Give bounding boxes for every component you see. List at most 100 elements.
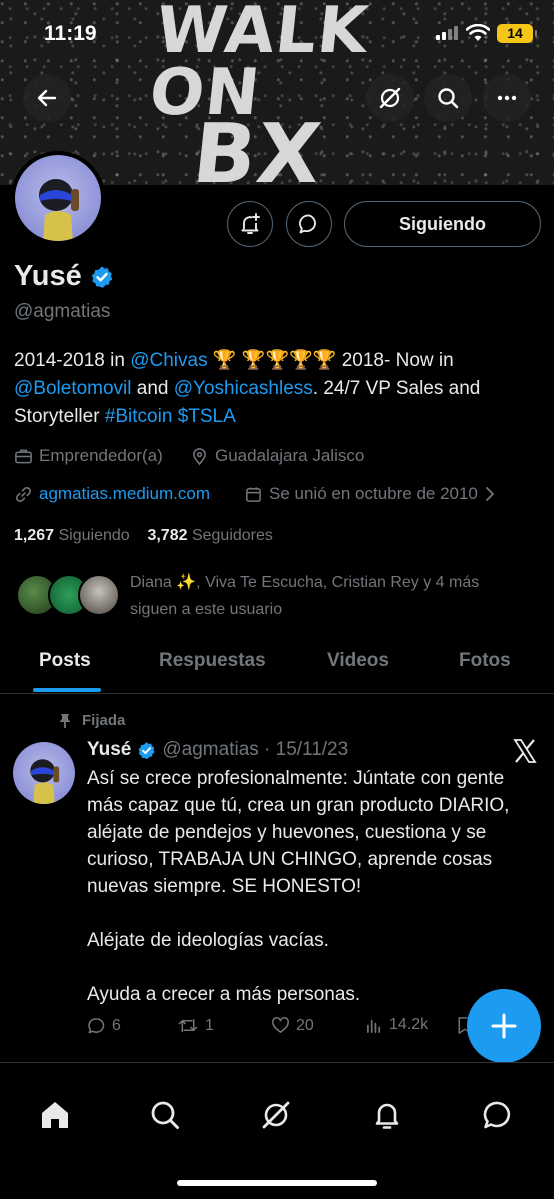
reply-button[interactable]: 6 (87, 1016, 121, 1035)
repost-button[interactable]: 1 (177, 1016, 214, 1035)
follow-counts: 1,267 Siguiendo 3,782 Seguidores (14, 527, 273, 545)
tab-replies[interactable]: Respuestas (159, 650, 266, 672)
followed-by-line1: Diana ✨, Viva Te Escucha, Cristian Rey y… (130, 574, 480, 591)
bell-plus-icon (241, 213, 260, 234)
message-bubble-icon (483, 1101, 511, 1129)
tweet-actions: 6 1 20 14.2k (87, 1016, 477, 1040)
profile-handle: @agmatias (14, 301, 111, 322)
status-time: 11:19 (44, 22, 97, 45)
more-horizontal-icon (497, 95, 517, 101)
tab-videos[interactable]: Videos (327, 650, 389, 672)
compose-post-button[interactable] (467, 989, 541, 1063)
following-button[interactable]: Siguiendo (344, 201, 541, 247)
followed-by-line2: siguen a este usuario (130, 601, 283, 618)
x-logo-icon[interactable] (512, 738, 538, 764)
reply-icon (88, 1018, 105, 1034)
followed-by-text[interactable]: Diana ✨, Viva Te Escucha, Cristian Rey y… (130, 569, 540, 623)
tweet-paragraph: Aléjate de ideologías vacías. (87, 930, 329, 951)
verified-badge-icon[interactable] (90, 265, 114, 289)
tweet-handle-date: @agmatias · 15/11/23 (162, 739, 349, 760)
pin-icon (59, 713, 71, 728)
verified-badge-icon (138, 741, 156, 759)
active-tab-indicator (33, 688, 101, 692)
occupation-text: Emprendedor(a) (39, 446, 163, 465)
mention-boletomovil-link[interactable]: @Boletomovil (14, 378, 132, 399)
following-label: Siguiendo (58, 527, 130, 544)
mention-chivas-link[interactable]: @Chivas (130, 350, 207, 371)
home-indicator (177, 1180, 377, 1186)
profile-tabs: Posts Respuestas Videos Fotos (0, 640, 554, 694)
location-item: Guadalajara Jalisco (190, 446, 364, 466)
search-button[interactable] (424, 74, 472, 122)
status-bar: 11:19 14 (0, 0, 554, 62)
website-item[interactable]: agmatias.medium.com (14, 484, 210, 504)
repost-count: 1 (205, 1016, 214, 1034)
joined-text: Se unió en octubre de 2010 (269, 484, 478, 503)
pinned-text: Fijada (82, 712, 126, 729)
profile-name: Yusé (14, 260, 82, 292)
chevron-right-icon (485, 487, 495, 501)
heart-icon (272, 1017, 289, 1033)
tweet-author-avatar[interactable] (13, 742, 75, 804)
briefcase-icon (15, 449, 32, 463)
notifications-subscribe-button[interactable] (227, 201, 273, 247)
plus-icon (491, 1013, 517, 1039)
search-icon (151, 1101, 179, 1129)
grok-icon (379, 87, 401, 109)
bell-icon (375, 1103, 399, 1129)
nav-notifications[interactable] (367, 1095, 407, 1135)
profile-avatar[interactable] (11, 151, 105, 245)
avatar-figure (39, 179, 79, 241)
search-icon (438, 88, 459, 109)
profile-bio: 2014-2018 in @Chivas 🏆 🏆🏆🏆🏆 2018- Now in… (14, 347, 544, 431)
website-link[interactable]: agmatias.medium.com (39, 484, 210, 504)
location-pin-icon (193, 447, 206, 465)
pinned-label: Fijada (58, 712, 125, 729)
message-bubble-icon (299, 214, 316, 234)
tweet-author-name[interactable]: Yusé (87, 739, 131, 761)
battery-indicator: 14 (497, 24, 537, 43)
tweet-paragraph: Así se crece profesionalmente: Júntate c… (87, 768, 510, 897)
joined-date-item[interactable]: Se unió en octubre de 2010 (244, 484, 496, 504)
tweet-header: Yusé @agmatias · 15/11/23 (87, 739, 348, 761)
like-button[interactable]: 20 (271, 1016, 314, 1035)
grok-button[interactable] (366, 74, 414, 122)
nav-home[interactable] (35, 1095, 75, 1135)
following-count: 1,267 (14, 527, 55, 544)
followers-count-link[interactable]: 3,782 Seguidores (147, 527, 272, 544)
tweet-text[interactable]: Así se crece profesionalmente: Júntate c… (87, 765, 542, 1035)
nav-grok[interactable] (256, 1095, 296, 1135)
calendar-icon (246, 486, 261, 502)
back-arrow-icon (37, 89, 57, 107)
bio-text: 2014-2018 in (14, 350, 131, 371)
repost-icon (178, 1019, 198, 1032)
wifi-icon (466, 24, 490, 41)
followers-count: 3,782 (147, 527, 188, 544)
cellular-signal-icon (436, 26, 458, 40)
trophy-emojis: 🏆 🏆🏆🏆🏆 (207, 350, 342, 371)
mutual-followers-avatars[interactable] (16, 574, 120, 618)
cashtag-tsla-link[interactable]: $TSLA (178, 406, 236, 427)
tab-posts[interactable]: Posts (39, 650, 91, 672)
following-count-link[interactable]: 1,267 Siguiendo (14, 527, 130, 544)
mention-yoshicashless-link[interactable]: @Yoshicashless (174, 378, 313, 399)
analytics-icon (367, 1019, 381, 1033)
nav-messages[interactable] (478, 1095, 518, 1135)
tab-photos[interactable]: Fotos (459, 650, 511, 672)
view-count: 14.2k (389, 1016, 429, 1033)
more-options-button[interactable] (483, 74, 531, 122)
mutual-avatar-3 (78, 574, 120, 616)
back-button[interactable] (23, 74, 71, 122)
hashtag-bitcoin-link[interactable]: #Bitcoin (105, 406, 173, 427)
bio-text: and (131, 378, 174, 399)
views-button[interactable]: 14.2k (366, 1016, 428, 1034)
occupation-item: Emprendedor(a) (14, 446, 163, 466)
nav-search[interactable] (145, 1095, 185, 1135)
message-button[interactable] (286, 201, 332, 247)
profile-name-row: Yusé (14, 260, 114, 293)
link-icon (16, 486, 31, 502)
bottom-navigation (0, 1062, 554, 1199)
home-icon (42, 1102, 68, 1128)
banner-text-line2: BX (188, 107, 327, 185)
avatar-figure (30, 759, 60, 804)
